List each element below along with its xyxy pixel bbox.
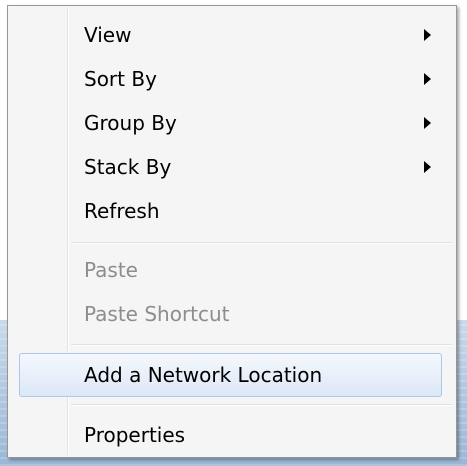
menu-item-paste-shortcut[interactable]: Paste Shortcut: [10, 292, 454, 336]
menu-item-sort-by[interactable]: Sort By: [10, 57, 454, 101]
menu-separator: [71, 242, 452, 244]
menu-item-add-network-location[interactable]: Add a Network Location: [19, 353, 442, 397]
menu-item-label: Paste Shortcut: [84, 302, 230, 326]
menu-item-label: Sort By: [84, 67, 157, 91]
menu-item-label: Stack By: [84, 155, 172, 179]
menu-item-paste[interactable]: Paste: [10, 248, 454, 292]
menu-item-label: Paste: [84, 258, 138, 282]
menu-separator: [71, 344, 452, 346]
submenu-arrow-icon: [424, 29, 431, 41]
menu-item-refresh[interactable]: Refresh: [10, 189, 454, 233]
menu-item-label: View: [84, 23, 132, 47]
menu-item-properties[interactable]: Properties: [10, 413, 454, 457]
menu-item-group-by[interactable]: Group By: [10, 101, 454, 145]
submenu-arrow-icon: [424, 161, 431, 173]
menu-item-stack-by[interactable]: Stack By: [10, 145, 454, 189]
menu-item-view[interactable]: View: [10, 13, 454, 57]
submenu-arrow-icon: [424, 117, 431, 129]
menu-separator: [71, 404, 452, 406]
menu-item-label: Add a Network Location: [84, 363, 323, 387]
context-menu: View Sort By Group By Stack By Refresh P…: [7, 5, 457, 458]
menu-item-label: Group By: [84, 111, 177, 135]
menu-item-label: Properties: [84, 423, 186, 447]
submenu-arrow-icon: [424, 73, 431, 85]
menu-item-label: Refresh: [84, 199, 160, 223]
